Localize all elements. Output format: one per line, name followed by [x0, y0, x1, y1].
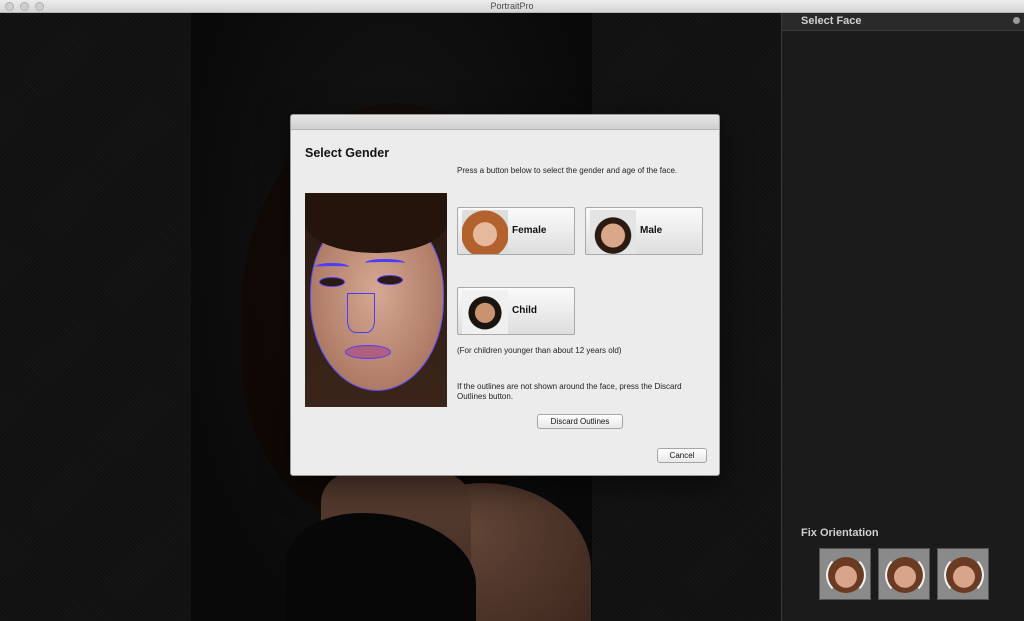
select-face-title: Select Face — [801, 15, 862, 27]
rotate-arrows-icon — [826, 555, 866, 595]
male-label: Male — [640, 225, 663, 236]
rotate-180-button[interactable] — [878, 548, 930, 600]
discard-outlines-button[interactable]: Discard Outlines — [537, 414, 623, 429]
female-button[interactable]: Female — [457, 207, 575, 255]
select-face-header: Select Face — [782, 13, 1024, 31]
rotate-arrows-icon — [885, 555, 925, 595]
child-label: Child — [512, 305, 537, 316]
select-gender-dialog: Select Gender Press a button below to se… — [290, 114, 720, 476]
female-label: Female — [512, 225, 547, 236]
panel-options-icon[interactable] — [1013, 17, 1020, 24]
rotate-arrows-icon — [944, 555, 984, 595]
rotate-right-button[interactable] — [937, 548, 989, 600]
fix-orientation-title: Fix Orientation — [801, 527, 879, 539]
outline-help-text: If the outlines are not shown around the… — [457, 382, 682, 401]
rotate-left-button[interactable] — [819, 548, 871, 600]
female-thumbnail — [462, 210, 508, 254]
child-thumbnail — [462, 290, 508, 334]
male-button[interactable]: Male — [585, 207, 703, 255]
sidebar-panel: Select Face Fix Orientation — [781, 13, 1024, 621]
window-titlebar: PortraitPro — [0, 0, 1024, 13]
cancel-button[interactable]: Cancel — [657, 448, 707, 463]
dialog-title: Select Gender — [305, 146, 390, 160]
window-title: PortraitPro — [490, 1, 534, 11]
face-outline-preview — [305, 193, 447, 407]
dialog-instruction: Press a button below to select the gende… — [457, 166, 678, 175]
child-age-note: (For children younger than about 12 year… — [457, 346, 622, 355]
dialog-titlebar — [291, 115, 719, 130]
male-thumbnail — [590, 210, 636, 254]
child-button[interactable]: Child — [457, 287, 575, 335]
